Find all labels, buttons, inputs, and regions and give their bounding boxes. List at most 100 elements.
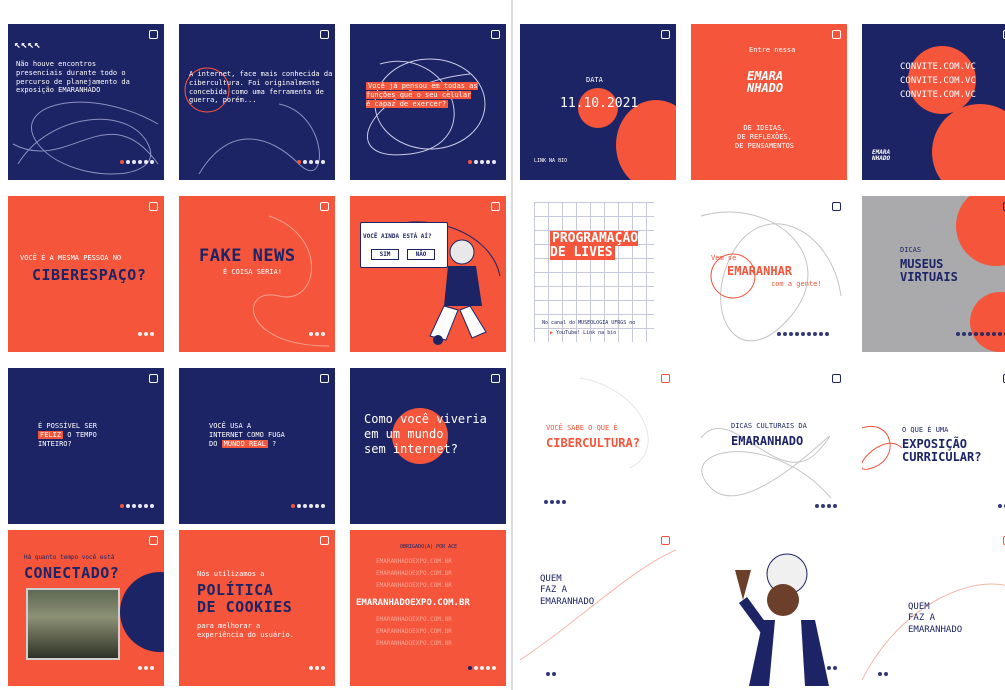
post-corner-icon [320,536,329,545]
subway-photo [26,588,120,660]
invite-line: CONVITE.COM.VC [900,90,976,100]
repeat-line: EMARANHADOEXPO.COM.BR [376,570,452,577]
post-corner-icon [149,30,158,39]
post-text: DICAS CULTURAIS DA [731,422,807,430]
post-corner-icon [320,30,329,39]
post-text: DICAS [900,246,922,254]
post-tile[interactable]: Nós utilizamos a POLÍTICA DE COOKIES par… [179,530,335,686]
post-text: Não houve encontros presenciais durante … [16,60,130,95]
youtube-icon: ▶ [550,330,554,336]
post-text: QUEM FAZ A EMARANHADO [908,602,963,635]
post-corner-icon [491,30,500,39]
event-date: 11.10.2021 [560,96,639,111]
carousel-dots [998,504,1005,508]
post-corner-icon [491,374,500,383]
post-tile[interactable]: VOCÊ SABE O QUE É CIBERCULTURA? [520,368,676,524]
post-text: Nós utilizamos a [197,570,265,578]
post-tile[interactable]: QUEM FAZ A EMARANHADO [520,530,676,686]
accent-circle [956,196,1005,266]
post-corner-icon [661,30,670,39]
panel-divider [511,0,513,690]
post-text: Como você viveria em um mundo sem intern… [364,412,487,456]
post-tile[interactable]: A internet, face mais conhecida da ciber… [179,24,335,180]
post-text: VOCÊ SABE O QUE É [546,424,618,432]
post-title: POLÍTICA DE COOKIES [197,581,293,616]
repeat-line: EMARANHADOEXPO.COM.BR [376,628,452,635]
post-text: Você já pensou em todas as funções que o… [366,82,478,108]
date-label: DATA [586,76,603,84]
carousel-dots [827,666,837,670]
post-subtitle: com a gente! [771,280,822,288]
carousel-dots [777,332,829,336]
post-corner-icon [149,374,158,383]
post-tile[interactable]: VOCÊ USA A INTERNET COMO FUGA DO MUNDO R… [179,368,335,524]
post-text: VOCÊ USA A INTERNET COMO FUGA DO MUNDO R… [209,422,285,448]
repeat-line: EMARANHADOEXPO.COM.BR [376,558,452,565]
post-tile[interactable]: Entre nessa EMARA NHADO DE IDEIAS, DE RE… [691,24,847,180]
post-tile[interactable]: CONVITE.COM.VC CONVITE.COM.VC CONVITE.CO… [862,24,1005,180]
post-text: O QUE É UMA [902,426,949,434]
carousel-dots [815,504,837,508]
post-text: Vem se [711,254,737,262]
cursor-icons: ↖↖↖↖ [14,38,41,51]
post-tile[interactable]: Como você viveria em um mundo sem intern… [350,368,506,524]
carousel-dots [878,672,888,676]
illustration-character [429,239,487,345]
post-tile[interactable]: VOCÊ AINDA ESTÁ AÍ? SIM NÃO [350,196,506,352]
carousel-dots [138,332,154,336]
post-corner-icon [320,202,329,211]
post-tile[interactable]: É POSSÍVEL SER FELIZ O TEMPO INTEIRO? [8,368,164,524]
post-corner-icon [661,536,670,545]
post-text: OBRIGADO(A) POR ACE [400,544,458,550]
post-title: CIBERCULTURA? [546,436,640,450]
post-tile[interactable]: Você já pensou em todas as funções que o… [350,24,506,180]
post-tile[interactable]: Vem se EMARANHAR com a gente! [691,196,847,352]
post-corner-icon [320,374,329,383]
post-tile[interactable]: O QUE É UMA EXPOSIÇÃO CURRICULAR? [862,368,1005,524]
carousel-dots [468,160,496,164]
post-title: EMARANHAR [727,264,793,278]
post-corner-icon [491,202,500,211]
link-note: LINK NA BIO [534,158,568,164]
carousel-dots [544,500,566,504]
post-tile[interactable]: FAKE NEWS É COISA SÉRIA! [179,196,335,352]
post-subtitle: É COISA SÉRIA! [223,268,283,276]
post-text: QUEM FAZ A EMARANHADO [540,574,595,607]
post-title: CIBERESPAÇO? [32,266,147,284]
carousel-dots [138,666,154,670]
post-subtitle: para melhorar a experiência do usuário. [197,622,294,639]
carousel-dots [546,672,556,676]
post-subtitle: DE IDEIAS, DE REFLEXÕES, DE PENSAMENTOS [735,124,795,150]
post-tile[interactable]: ↖↖↖↖ Não houve encontros presenciais dur… [8,24,164,180]
accent-circle [120,572,164,652]
post-title: EMARANHADO [731,434,804,448]
post-tile[interactable]: DICAS MUSEUS VIRTUAIS [862,196,1005,352]
brand-logo: EMARA NHADO [872,149,891,162]
post-tile[interactable]: QUEM FAZ A EMARANHADO [862,530,1005,686]
repeat-line: EMARANHADOEXPO.COM.BR [376,582,452,589]
post-tile[interactable]: DICAS CULTURAIS DA EMARANHADO [691,368,847,524]
tangle-lines [520,549,676,661]
brand-logo: EMARA NHADO [747,69,784,95]
post-tile[interactable]: Há quanto tempo você está CONECTADO? [8,530,164,686]
carousel-dots [297,160,325,164]
post-title: MUSEUS VIRTUAIS [900,257,958,284]
illustration-character [735,553,829,686]
post-tile[interactable]: OBRIGADO(A) POR ACE EMARANHADOEXPO.COM.B… [350,530,506,686]
post-tile[interactable]: VOCÊ É A MESMA PESSOA NO CIBERESPAÇO? [8,196,164,352]
invite-line: CONVITE.COM.VC [900,76,976,86]
carousel-dots [309,332,325,336]
carousel-dots [120,504,154,508]
post-title: FAKE NEWS [199,246,296,266]
post-tile[interactable]: DATA 11.10.2021 LINK NA BIO [520,24,676,180]
carousel-dots [468,666,496,670]
repeat-line: EMARANHADOEXPO.COM.BR [376,616,452,623]
post-tile[interactable]: PROGRAMAÇÃO DE LIVES No canal do MUSEOLO… [520,196,676,352]
carousel-dots [120,160,154,164]
carousel-dots [291,504,325,508]
post-corner-icon [661,374,670,383]
post-tile[interactable] [691,530,847,686]
repeat-line: EMARANHADOEXPO.COM.BR [376,640,452,647]
post-corner-icon [832,202,841,211]
yes-button[interactable]: SIM [371,249,399,260]
